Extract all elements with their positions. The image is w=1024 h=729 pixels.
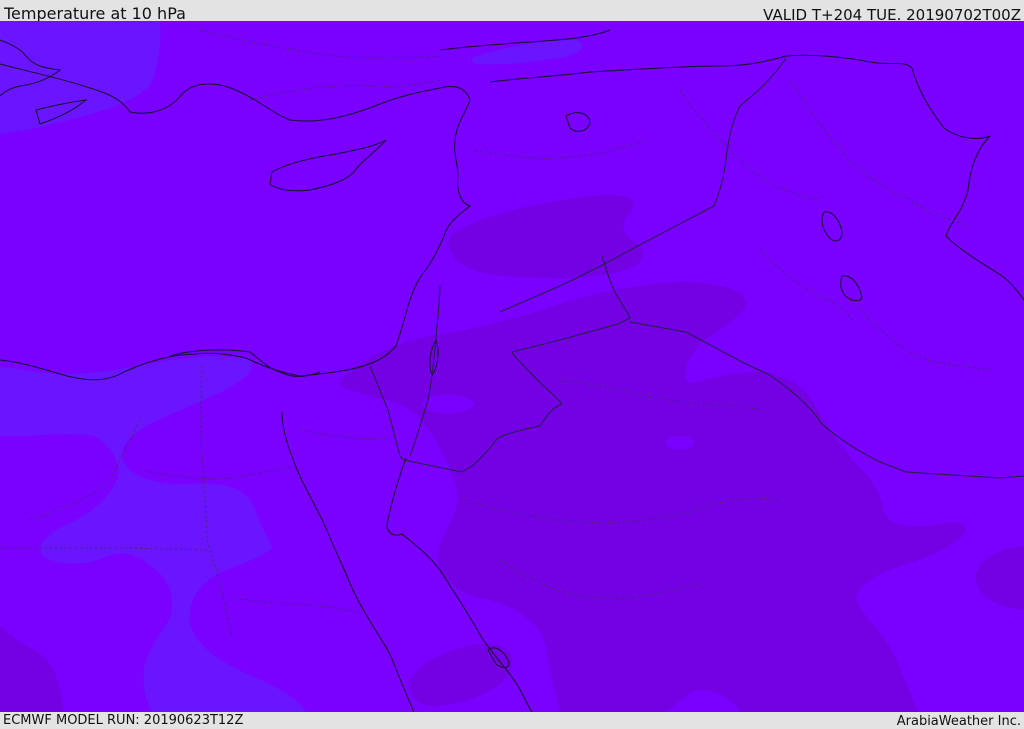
cool-spot-2 <box>422 395 474 413</box>
temperature-map-svg <box>0 21 1024 712</box>
temperature-map <box>0 21 1024 712</box>
cool-spot <box>666 436 694 450</box>
map-frame: Temperature at 10 hPa VALID T+204 TUE. 2… <box>0 0 1024 729</box>
brand-credit: ArabiaWeather Inc. <box>896 714 1021 729</box>
model-run-label: ECMWF MODEL RUN: 20190623T12Z <box>3 713 244 728</box>
header-bar: Temperature at 10 hPa VALID T+204 TUE. 2… <box>0 0 1024 24</box>
footer-bar: ECMWF MODEL RUN: 20190623T12Z ArabiaWeat… <box>0 712 1024 729</box>
